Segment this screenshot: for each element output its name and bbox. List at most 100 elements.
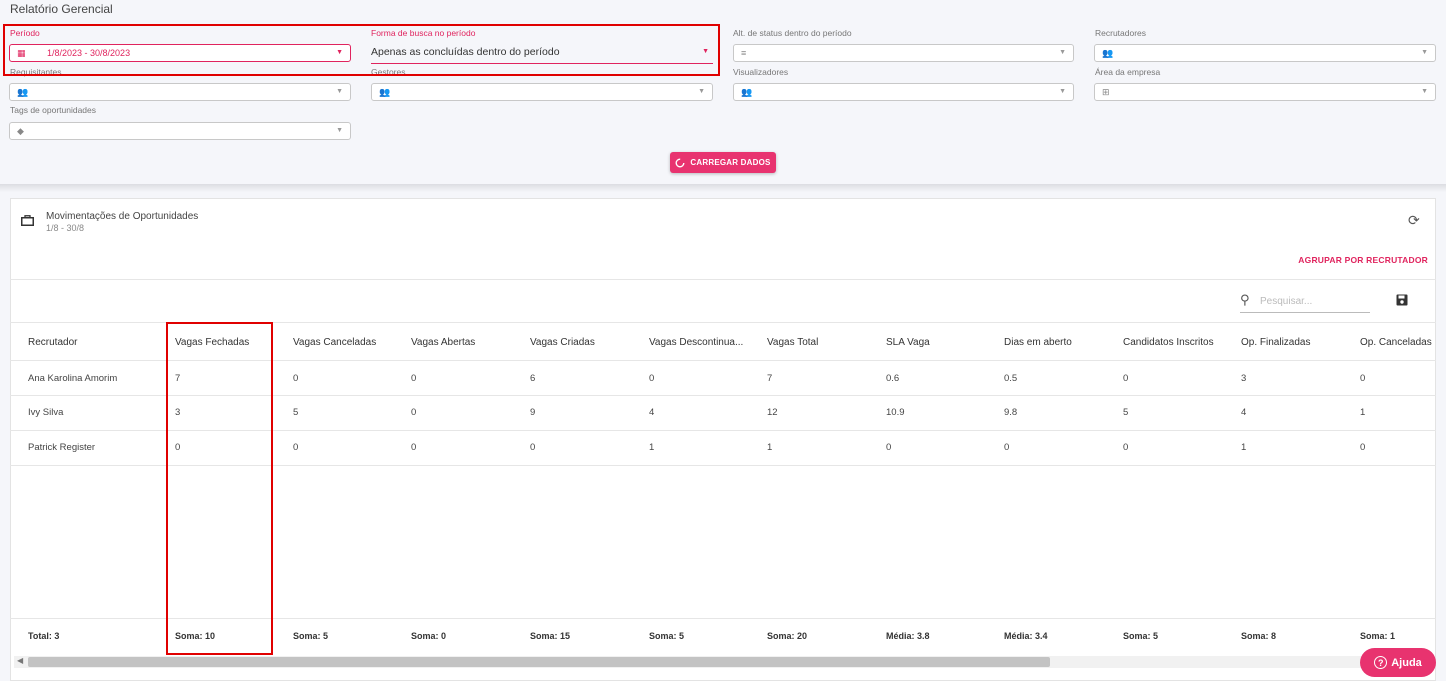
table-cell: 0 [530,442,536,453]
gestores-field[interactable]: 👥 ▼ [371,83,713,101]
table-cell: 1 [1360,407,1366,418]
visualizadores-field[interactable]: 👥 ▼ [733,83,1074,101]
column-header[interactable]: Vagas Descontinua... [649,337,743,348]
report-card [10,198,1436,681]
table-cell: 0 [1123,442,1129,453]
people-icon: 👥 [741,87,753,97]
tags-label: Tags de oportunidades [10,105,97,115]
load-data-button[interactable]: CARREGAR DADOS [670,152,776,173]
footer-sum: Soma: 5 [1123,631,1159,641]
tag-icon: ◆ [17,126,24,136]
help-label: Ajuda [1391,656,1422,669]
chevron-down-icon: ▼ [1059,49,1066,56]
column-header[interactable]: Dias em aberto [1004,337,1072,348]
table-cell: 9 [530,407,536,418]
requisitantes-field[interactable]: 👥 ▼ [9,83,351,101]
periodo-label: Período [10,28,40,38]
recrutadores-label: Recrutadores [1095,28,1147,38]
chevron-down-icon: ▼ [1421,49,1428,56]
column-header[interactable]: SLA Vaga [886,337,930,348]
forma-busca-value: Apenas as concluídas dentro do período [371,46,560,58]
chevron-down-icon: ▼ [698,88,705,95]
footer-avg: Média: 3.4 [1004,631,1048,641]
column-header[interactable]: Vagas Criadas [530,337,595,348]
chevron-down-icon: ▼ [336,127,343,134]
table-cell: 12 [767,407,778,418]
cell-recruiter: Ana Karolina Amorim [28,373,118,384]
column-header[interactable]: Vagas Abertas [411,337,475,348]
periodo-field[interactable]: ▦ 1/8/2023 - 30/8/2023 ▼ [9,44,351,62]
table-cell: 0.5 [1004,373,1018,384]
cell-recruiter: Ivy Silva [28,407,64,418]
table-cell: 5 [293,407,299,418]
footer-sum: Soma: 20 [767,631,808,641]
table-cell: 7 [767,373,773,384]
org-chart-icon: ⊞ [1102,87,1110,97]
table-cell: 0 [1004,442,1010,453]
column-header[interactable]: Vagas Fechadas [175,337,249,348]
refresh-icon[interactable]: ⟳ [1408,212,1420,229]
help-button[interactable]: ? Ajuda [1360,648,1436,677]
list-icon: ≡ [741,48,747,58]
save-icon[interactable] [1396,294,1408,306]
area-empresa-field[interactable]: ⊞ ▼ [1094,83,1436,101]
people-icon: 👥 [379,87,391,97]
load-data-label: CARREGAR DADOS [690,158,771,167]
footer-sum: Soma: 15 [530,631,571,641]
recrutadores-field[interactable]: 👥 ▼ [1094,44,1436,62]
question-icon: ? [1374,656,1388,669]
table-cell: 4 [1241,407,1247,418]
column-header[interactable]: Vagas Canceladas [293,337,376,348]
column-header[interactable]: Op. Finalizadas [1241,337,1310,348]
group-by-recruiter-link[interactable]: AGRUPAR POR RECRUTADOR [1298,255,1428,265]
table-cell: 0 [1360,373,1366,384]
table-cell: 7 [175,373,181,384]
row-divider [10,395,1436,396]
column-header[interactable]: Candidatos Inscritos [1123,337,1214,348]
periodo-value: 1/8/2023 - 30/8/2023 [47,48,131,58]
divider-line [10,279,1436,280]
row-divider [10,360,1436,361]
table-cell: 5 [1123,407,1129,418]
table-cell: 0 [649,373,655,384]
briefcase-icon [21,215,34,226]
gestores-label: Gestores [371,67,406,77]
area-empresa-label: Área da empresa [1095,67,1161,77]
chevron-down-icon: ▼ [1059,88,1066,95]
table-cell: 0 [175,442,181,453]
tags-field[interactable]: ◆ ▼ [9,122,351,140]
footer-sum: Soma: 5 [293,631,329,641]
column-header[interactable]: Recrutador [28,337,77,348]
chevron-down-icon: ▼ [336,49,343,56]
table-cell: 3 [175,407,181,418]
table-cell: 9.8 [1004,407,1018,418]
visualizadores-label: Visualizadores [733,67,789,77]
table-cell: 0 [293,442,299,453]
footer-sum: Soma: 1 [1360,631,1396,641]
search-box[interactable]: ⚲ Pesquisar... [1240,292,1370,313]
table-cell: 10.9 [886,407,905,418]
table-cell: 3 [1241,373,1247,384]
chevron-down-icon: ▼ [336,88,343,95]
table-cell: 0.6 [886,373,900,384]
card-title: Movimentações de Oportunidades [46,211,199,222]
chevron-down-icon: ▼ [702,48,709,55]
footer-sum: Soma: 5 [649,631,685,641]
table-cell: 1 [1241,442,1247,453]
people-icon: 👥 [17,87,29,97]
forma-busca-label: Forma de busca no período [371,28,476,38]
search-placeholder: Pesquisar... [1260,296,1313,307]
column-header[interactable]: Op. Canceladas [1360,337,1432,348]
table-cell: 0 [411,373,417,384]
scrollbar-thumb[interactable] [28,657,1050,667]
scroll-left-arrow-icon[interactable]: ◀ [17,656,23,665]
column-header[interactable]: Vagas Total [767,337,818,348]
page-title: Relatório Gerencial [10,2,113,16]
calendar-icon: ▦ [17,48,26,58]
alt-status-field[interactable]: ≡ ▼ [733,44,1074,62]
table-cell: 4 [649,407,655,418]
forma-busca-select[interactable]: Apenas as concluídas dentro do período ▼ [371,42,713,64]
card-subtitle: 1/8 - 30/8 [46,223,85,233]
search-icon: ⚲ [1240,292,1250,307]
table-cell: 1 [649,442,655,453]
